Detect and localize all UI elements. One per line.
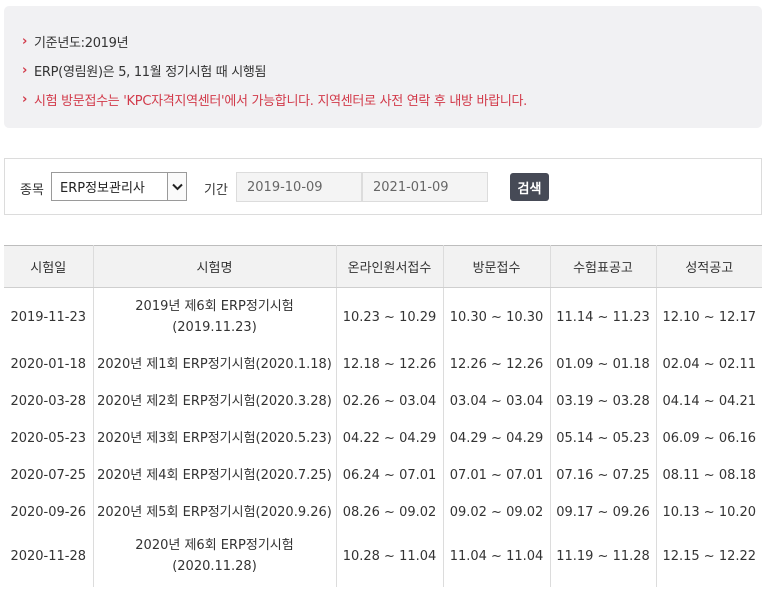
notice-text: ERP(영림원)은 5, 11월 정기시험 때 시행됨 (34, 65, 267, 80)
chevron-right-icon: › (22, 63, 28, 78)
table-row: 2019-11-23 2019년 제6회 ERP정기시험 (2019.11.23)… (4, 287, 762, 346)
header-visit-application: 방문접수 (442, 245, 550, 288)
exam-name-cell: 2020년 제3회 ERP정기시험(2020.5.23) (92, 420, 336, 457)
exam-name-cell: 2020년 제1회 ERP정기시험(2020.1.18) (92, 346, 336, 383)
visit-application-cell: 07.01 ~ 07.01 (442, 457, 550, 494)
exam-date-text: 2020-11-28 (10, 549, 87, 564)
admission-ticket-text: 11.19 ~ 11.28 (556, 549, 650, 564)
score-announcement-cell: 12.10 ~ 12.17 (655, 287, 762, 346)
category-label: 종목 (20, 183, 44, 198)
notice-text: 기준년도:2019년 (34, 36, 129, 51)
exam-date-cell: 2020-03-28 (10, 394, 87, 409)
notice-box: › 기준년도:2019년 › ERP(영림원)은 5, 11월 정기시험 때 시… (4, 6, 762, 128)
online-application-cell: 10.23 ~ 10.29 (335, 287, 443, 346)
online-application-text: 10.28 ~ 11.04 (342, 549, 437, 564)
header-score-announcement: 성적공고 (655, 245, 762, 288)
exam-date-cell: 2020-05-23 (10, 431, 87, 446)
chevron-right-icon: › (22, 34, 28, 49)
admission-ticket-cell: 07.16 ~ 07.25 (549, 457, 656, 494)
exam-name-line: 2019년 제6회 ERP정기시험 (135, 299, 294, 314)
search-filter-bar: 종목 ERP정보관리사 기간 2019-10-09 2021-01-09 검색 (4, 158, 762, 215)
score-announcement-cell: 04.14 ~ 04.21 (655, 383, 762, 420)
score-announcement-cell: 10.13 ~ 10.20 (655, 494, 762, 531)
period-label: 기간 (204, 183, 228, 198)
table-row: 2020-01-18 2020년 제1회 ERP정기시험(2020.1.18) … (4, 346, 762, 383)
table-row: 2020-07-25 2020년 제4회 ERP정기시험(2020.7.25) … (4, 457, 762, 494)
table-row: 2020-05-23 2020년 제3회 ERP정기시험(2020.5.23) … (4, 420, 762, 457)
chevron-right-icon: › (22, 92, 28, 107)
admission-ticket-cell: 09.17 ~ 09.26 (549, 494, 656, 531)
visit-application-cell: 12.26 ~ 12.26 (442, 346, 550, 383)
exam-name-cell: 2020년 제5회 ERP정기시험(2020.9.26) (92, 494, 336, 531)
online-application-cell: 06.24 ~ 07.01 (335, 457, 443, 494)
header-online-application: 온라인원서접수 (335, 245, 443, 288)
online-application-cell: 02.26 ~ 03.04 (335, 383, 443, 420)
exam-name-line: (2020.11.28) (172, 559, 257, 574)
exam-date-cell: 2020-11-28 (4, 531, 93, 587)
exam-name-line: (2019.11.23) (172, 320, 257, 335)
exam-date-cell: 2019-11-23 (10, 309, 87, 325)
admission-ticket-cell: 01.09 ~ 01.18 (549, 346, 656, 383)
visit-application-cell: 09.02 ~ 09.02 (442, 494, 550, 531)
table-row: 2020-09-26 2020년 제5회 ERP정기시험(2020.9.26) … (4, 494, 762, 531)
admission-ticket-cell: 11.19 ~ 11.28 (549, 531, 656, 587)
exam-name-cell: 2019년 제6회 ERP정기시험 (2019.11.23) (92, 287, 336, 346)
chevron-down-icon[interactable] (167, 173, 186, 200)
notice-text: 시험 방문접수는 'KPC자격지역센터'에서 가능합니다. 지역센터로 사전 연… (34, 94, 528, 109)
category-select-value: ERP정보관리사 (60, 181, 145, 196)
admission-ticket-cell: 11.14 ~ 11.23 (549, 287, 656, 346)
score-announcement-cell: 06.09 ~ 06.16 (655, 420, 762, 457)
visit-application-cell: 10.30 ~ 10.30 (442, 287, 550, 346)
score-announcement-cell: 02.04 ~ 02.11 (655, 346, 762, 383)
notice-item: › ERP(영림원)은 5, 11월 정기시험 때 시행됨 (22, 56, 762, 85)
exam-date-cell: 2020-09-26 (10, 505, 87, 520)
online-application-cell: 10.28 ~ 11.04 (335, 531, 443, 587)
header-exam-name: 시험명 (92, 245, 336, 288)
score-announcement-text: 12.15 ~ 12.22 (662, 549, 757, 564)
notice-item: › 기준년도:2019년 (22, 27, 762, 56)
exam-schedule-table: 시험일 시험명 온라인원서접수 방문접수 수험표공고 성적공고 2019-11-… (4, 245, 762, 587)
visit-application-cell: 11.04 ~ 11.04 (442, 531, 550, 587)
exam-date-cell: 2020-01-18 (10, 357, 87, 372)
table-row: 2020-11-28 2020년 제6회 ERP정기시험 (2020.11.28)… (4, 531, 762, 587)
notice-item-highlight: › 시험 방문접수는 'KPC자격지역센터'에서 가능합니다. 지역센터로 사전… (22, 85, 762, 114)
exam-name-line: 2020년 제6회 ERP정기시험 (135, 538, 294, 553)
online-application-cell: 12.18 ~ 12.26 (335, 346, 443, 383)
admission-ticket-cell: 05.14 ~ 05.23 (549, 420, 656, 457)
table-header-row: 시험일 시험명 온라인원서접수 방문접수 수험표공고 성적공고 (4, 245, 762, 288)
visit-application-cell: 03.04 ~ 03.04 (442, 383, 550, 420)
score-announcement-cell: 12.15 ~ 12.22 (655, 531, 762, 587)
exam-name-cell: 2020년 제6회 ERP정기시험 (2020.11.28) (92, 531, 336, 587)
end-date-input[interactable]: 2021-01-09 (362, 172, 488, 202)
online-application-cell: 08.26 ~ 09.02 (335, 494, 443, 531)
admission-ticket-cell: 03.19 ~ 03.28 (549, 383, 656, 420)
header-admission-ticket: 수험표공고 (549, 245, 656, 288)
header-exam-date: 시험일 (4, 245, 93, 288)
exam-date-cell: 2020-07-25 (10, 468, 87, 483)
online-application-cell: 04.22 ~ 04.29 (335, 420, 443, 457)
table-row: 2020-03-28 2020년 제2회 ERP정기시험(2020.3.28) … (4, 383, 762, 420)
visit-application-cell: 04.29 ~ 04.29 (442, 420, 550, 457)
start-date-input[interactable]: 2019-10-09 (236, 172, 362, 202)
category-select[interactable]: ERP정보관리사 (51, 172, 187, 201)
exam-name-cell: 2020년 제4회 ERP정기시험(2020.7.25) (92, 457, 336, 494)
visit-application-text: 11.04 ~ 11.04 (449, 549, 544, 564)
search-button[interactable]: 검색 (510, 173, 549, 201)
exam-name-cell: 2020년 제2회 ERP정기시험(2020.3.28) (92, 383, 336, 420)
score-announcement-cell: 08.11 ~ 08.18 (655, 457, 762, 494)
